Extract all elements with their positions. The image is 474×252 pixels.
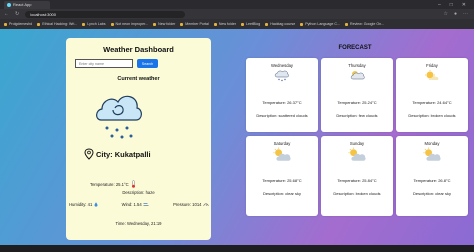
forecast-title: FORECAST: [338, 45, 372, 51]
forecast-card: Wednesday Temperature: 26.37°C Descripti…: [246, 58, 318, 132]
minimize-icon[interactable]: –: [438, 2, 441, 8]
bookmark-icon: [180, 22, 184, 26]
sun-cloud-icon: [348, 147, 366, 161]
bookmarks-bar: Prolgdemeshd Ethical Hacking: Wri... Lyn…: [0, 19, 474, 29]
bookmark-item[interactable]: Prolgdemeshd: [4, 22, 32, 26]
bookmark-item[interactable]: Member Portal: [180, 22, 209, 26]
forecast-description: Description: broken clouds: [333, 191, 381, 196]
forecast-day: Sunday: [349, 141, 365, 146]
forecast-temperature: Temperature: 25.68°C: [262, 178, 302, 183]
bookmark-icon: [37, 22, 41, 26]
humidity-stat: Humidity: 41: [69, 202, 98, 207]
bookmark-item[interactable]: Ethical Hacking: Wri...: [37, 22, 77, 26]
bookmark-item[interactable]: Python Language C...: [300, 22, 340, 26]
url-field[interactable]: localhost:3000: [25, 10, 186, 18]
city-name: City: Kukatpalli: [96, 149, 151, 159]
forecast-card: Monday Temperature: 26.8°C Description: …: [396, 136, 468, 216]
forecast-card: Saturday Temperature: 25.68°C Descriptio…: [246, 136, 318, 216]
forecast-description: Description: scattered clouds: [256, 113, 308, 118]
forecast-temperature: Temperature: 26.37°C: [262, 100, 302, 105]
bookmark-item[interactable]: Hacktag course: [265, 22, 295, 26]
bookmark-icon: [265, 22, 269, 26]
gauge-icon: [203, 203, 209, 207]
profile-icon[interactable]: ●: [454, 11, 457, 17]
haze-cloud-icon: [96, 95, 142, 139]
maximize-icon[interactable]: □: [450, 2, 453, 8]
bookmark-item[interactable]: New folder: [153, 22, 175, 26]
thermometer-icon: [131, 180, 135, 188]
forecast-description: Description: clear sky: [412, 191, 451, 196]
browser-tab-bar: React App – □ ✕: [0, 0, 474, 9]
pressure-stat: Pressure: 1014: [173, 202, 209, 207]
forecast-temperature: Temperature: 24.64°C: [412, 100, 452, 105]
bookmark-icon: [241, 22, 245, 26]
folder-icon: [153, 22, 157, 26]
forecast-description: Description: broken clouds: [408, 113, 456, 118]
current-time: Time: Wednesday, 21:19: [115, 221, 162, 226]
browser-tab[interactable]: React App: [4, 0, 50, 9]
forecast-day: Saturday: [273, 141, 291, 146]
forecast-temperature: Temperature: 25.84°C: [337, 178, 377, 183]
folder-icon: [213, 22, 217, 26]
city-search-input[interactable]: [75, 59, 133, 68]
weather-stats: Humidity: 41 Wind: 1.54 Pressure: 1014: [69, 202, 209, 207]
menu-icon[interactable]: ⋯: [463, 11, 468, 17]
forecast-day: Thursday: [348, 63, 366, 68]
bookmark-icon: [300, 22, 304, 26]
forecast-day: Wednesday: [270, 63, 294, 68]
forecast-card: Thursday Temperature: 25.24°C Descriptio…: [321, 58, 393, 132]
bookmark-icon: [110, 22, 114, 26]
sun-cloud-icon: [273, 147, 291, 161]
star-icon[interactable]: ☆: [443, 11, 447, 17]
forecast-description: Description: clear sky: [262, 191, 301, 196]
forecast-card: Friday Temperature: 24.64°C Description:…: [396, 58, 468, 132]
forecast-temperature: Temperature: 26.8°C: [413, 178, 451, 183]
current-weather-card: Weather Dashboard Search Current weather…: [66, 38, 211, 240]
page-viewport: Weather Dashboard Search Current weather…: [0, 29, 474, 245]
cloud-snow-icon: [274, 70, 289, 82]
bookmark-item[interactable]: Review: Google On...: [344, 22, 384, 26]
reload-icon[interactable]: ↻: [15, 11, 19, 17]
window-controls: – □ ✕: [438, 2, 474, 8]
bookmark-item[interactable]: LeetBlog: [241, 22, 260, 26]
wind-icon: [143, 203, 149, 206]
bookmark-item[interactable]: New folder: [213, 22, 236, 26]
tab-title: React App: [13, 2, 32, 7]
bookmark-item[interactable]: Lynch Labs: [82, 22, 106, 26]
taskbar-strip: [0, 245, 474, 252]
temperature-text: Temperature: 25.1°C: [90, 181, 129, 187]
location-pin-icon: [84, 148, 94, 160]
forecast-description: Description: few clouds: [336, 113, 378, 118]
droplet-icon: [94, 202, 98, 207]
wind-stat: Wind: 1.54: [122, 202, 150, 207]
close-icon[interactable]: ✕: [462, 2, 466, 8]
forecast-day: Friday: [426, 63, 438, 68]
forecast-temperature: Temperature: 25.24°C: [337, 100, 377, 105]
bookmark-icon: [4, 22, 7, 26]
back-icon[interactable]: ←: [4, 11, 9, 17]
sun-cloud-icon: [425, 70, 439, 80]
bookmark-icon: [344, 22, 348, 26]
city-row: City: Kukatpalli: [84, 148, 151, 160]
current-weather-heading: Current weather: [117, 76, 160, 82]
current-temperature: Temperature: 25.1°C: [90, 180, 136, 188]
bookmark-item[interactable]: Not neon improper...: [110, 22, 148, 26]
search-button[interactable]: Search: [137, 59, 158, 68]
address-bar: ← ↻ localhost:3000 ☆ ● ⋯: [0, 9, 474, 19]
sun-cloud-icon: [423, 147, 441, 161]
current-description: Description: haze: [122, 190, 155, 195]
react-icon: [7, 2, 11, 7]
bookmark-icon: [82, 22, 86, 26]
cloud-sun-icon: [350, 71, 365, 80]
forecast-day: Monday: [424, 141, 440, 146]
forecast-card: Sunday Temperature: 25.84°C Description:…: [321, 136, 393, 216]
page-title: Weather Dashboard: [103, 45, 174, 54]
